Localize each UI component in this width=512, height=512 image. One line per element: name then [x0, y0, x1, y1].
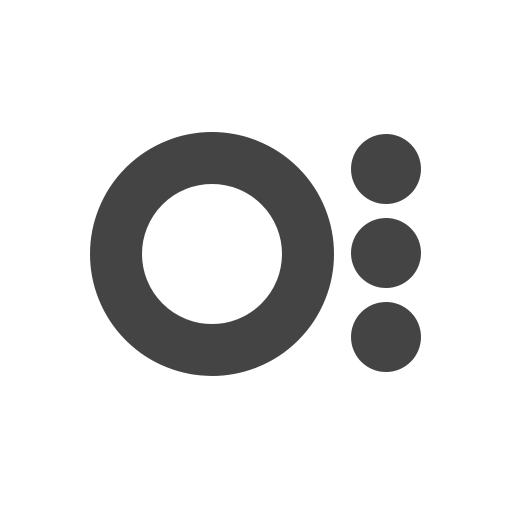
dot-3 — [351, 302, 421, 372]
dots-group — [351, 134, 421, 372]
dot-2 — [351, 218, 421, 288]
logo-canvas — [0, 0, 512, 512]
ring-shape — [90, 132, 334, 376]
dot-1 — [351, 134, 421, 204]
logo-mark — [90, 132, 421, 376]
